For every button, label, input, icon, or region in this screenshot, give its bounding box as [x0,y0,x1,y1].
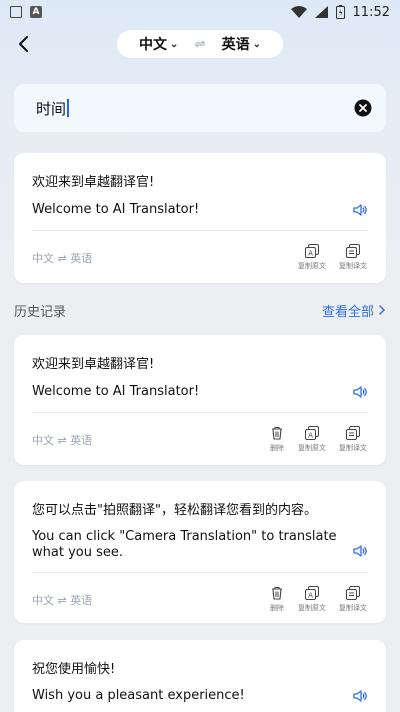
copy-source-label: 复制原文 [298,262,326,270]
top-bar: 中文 ⌄ ⇌ 英语 ⌄ [0,30,400,58]
speaker-icon[interactable] [352,543,368,559]
speaker-icon[interactable] [352,202,368,218]
notification-icon [10,6,22,18]
language-pair-label: 中文 ⇌ 英语 [32,252,93,265]
wifi-icon [290,6,307,18]
copy-target-button[interactable]: 复制译文 [333,586,373,613]
target-language-label: 英语 [221,36,250,52]
copy-target-label: 复制译文 [339,604,367,612]
svg-text:A: A [308,432,313,440]
copy-target-label: 复制译文 [339,444,367,452]
svg-text:A: A [308,592,313,600]
translated-text: Welcome to AI Translator! [32,202,200,217]
app-notification-icon: A [30,6,42,18]
history-item[interactable]: 祝您使用愉快! Wish you a pleasant experience! [14,640,386,712]
clock: 11:52 [352,4,390,20]
translated-text: Welcome to AI Translator! [32,384,200,399]
view-all-link[interactable]: 查看全部 [322,301,386,320]
copy-target-icon [346,244,360,258]
source-text: 祝您使用愉快! [32,662,116,677]
history-item[interactable]: 欢迎来到卓越翻译官! Welcome to AI Translator! 中文 … [14,335,386,465]
battery-icon [335,5,345,19]
divider [32,572,368,573]
copy-target-icon [346,586,360,600]
copy-source-icon: A [305,586,319,600]
copy-source-button[interactable]: A 复制原文 [292,586,332,613]
signal-icon [314,6,328,18]
copy-source-button[interactable]: A 复制原文 [292,244,332,271]
swap-languages-icon[interactable]: ⇌ [195,36,206,52]
copy-target-button[interactable]: 复制译文 [333,244,373,271]
back-arrow-icon[interactable] [14,34,34,54]
history-header: 历史记录 查看全部 [14,301,386,320]
delete-label: 删除 [270,604,284,612]
language-pair-label: 中文 ⇌ 英语 [32,594,93,607]
trash-icon [272,586,282,600]
language-selector: 中文 ⌄ ⇌ 英语 ⌄ [117,30,283,58]
copy-source-icon: A [305,244,319,258]
source-language-label: 中文 [139,36,167,52]
source-language-dropdown[interactable]: 中文 ⌄ [139,34,178,54]
speaker-icon[interactable] [352,384,368,400]
copy-target-button[interactable]: 复制译文 [333,426,373,453]
language-pair-label: 中文 ⇌ 英语 [32,434,93,447]
copy-source-icon: A [305,426,319,440]
clear-icon[interactable] [354,99,372,117]
chevron-down-icon: ⌄ [252,38,261,50]
copy-target-label: 复制译文 [339,262,367,270]
translation-input[interactable]: 时间 [14,84,386,132]
copy-source-button[interactable]: A 复制原文 [292,426,332,453]
delete-button[interactable]: 删除 [257,586,297,613]
history-title: 历史记录 [14,304,67,320]
chevron-right-icon [379,305,386,315]
current-translation-card: 欢迎来到卓越翻译官! Welcome to AI Translator! 中文 … [14,153,386,283]
input-text[interactable]: 时间 [36,98,69,119]
divider [32,230,368,231]
source-text: 欢迎来到卓越翻译官! [32,357,155,372]
history-item[interactable]: 您可以点击"拍照翻译"，轻松翻译您看到的内容。 You can click "C… [14,481,386,623]
copy-target-icon [346,426,360,440]
source-text: 您可以点击"拍照翻译"，轻松翻译您看到的内容。 [32,503,317,518]
delete-button[interactable]: 删除 [257,426,297,453]
chevron-down-icon: ⌄ [170,38,179,50]
translated-text: Wish you a pleasant experience! [32,688,245,703]
translated-text: You can click "Camera Translation" to tr… [32,529,337,560]
copy-source-label: 复制原文 [298,444,326,452]
divider [32,412,368,413]
copy-source-label: 复制原文 [298,604,326,612]
svg-text:A: A [308,250,313,258]
delete-label: 删除 [270,444,284,452]
text-cursor [67,99,69,117]
target-language-dropdown[interactable]: 英语 ⌄ [222,34,261,54]
source-text: 欢迎来到卓越翻译官! [32,175,155,190]
trash-icon [272,426,282,440]
status-bar: A 11:52 [0,0,400,24]
speaker-icon[interactable] [352,688,368,704]
